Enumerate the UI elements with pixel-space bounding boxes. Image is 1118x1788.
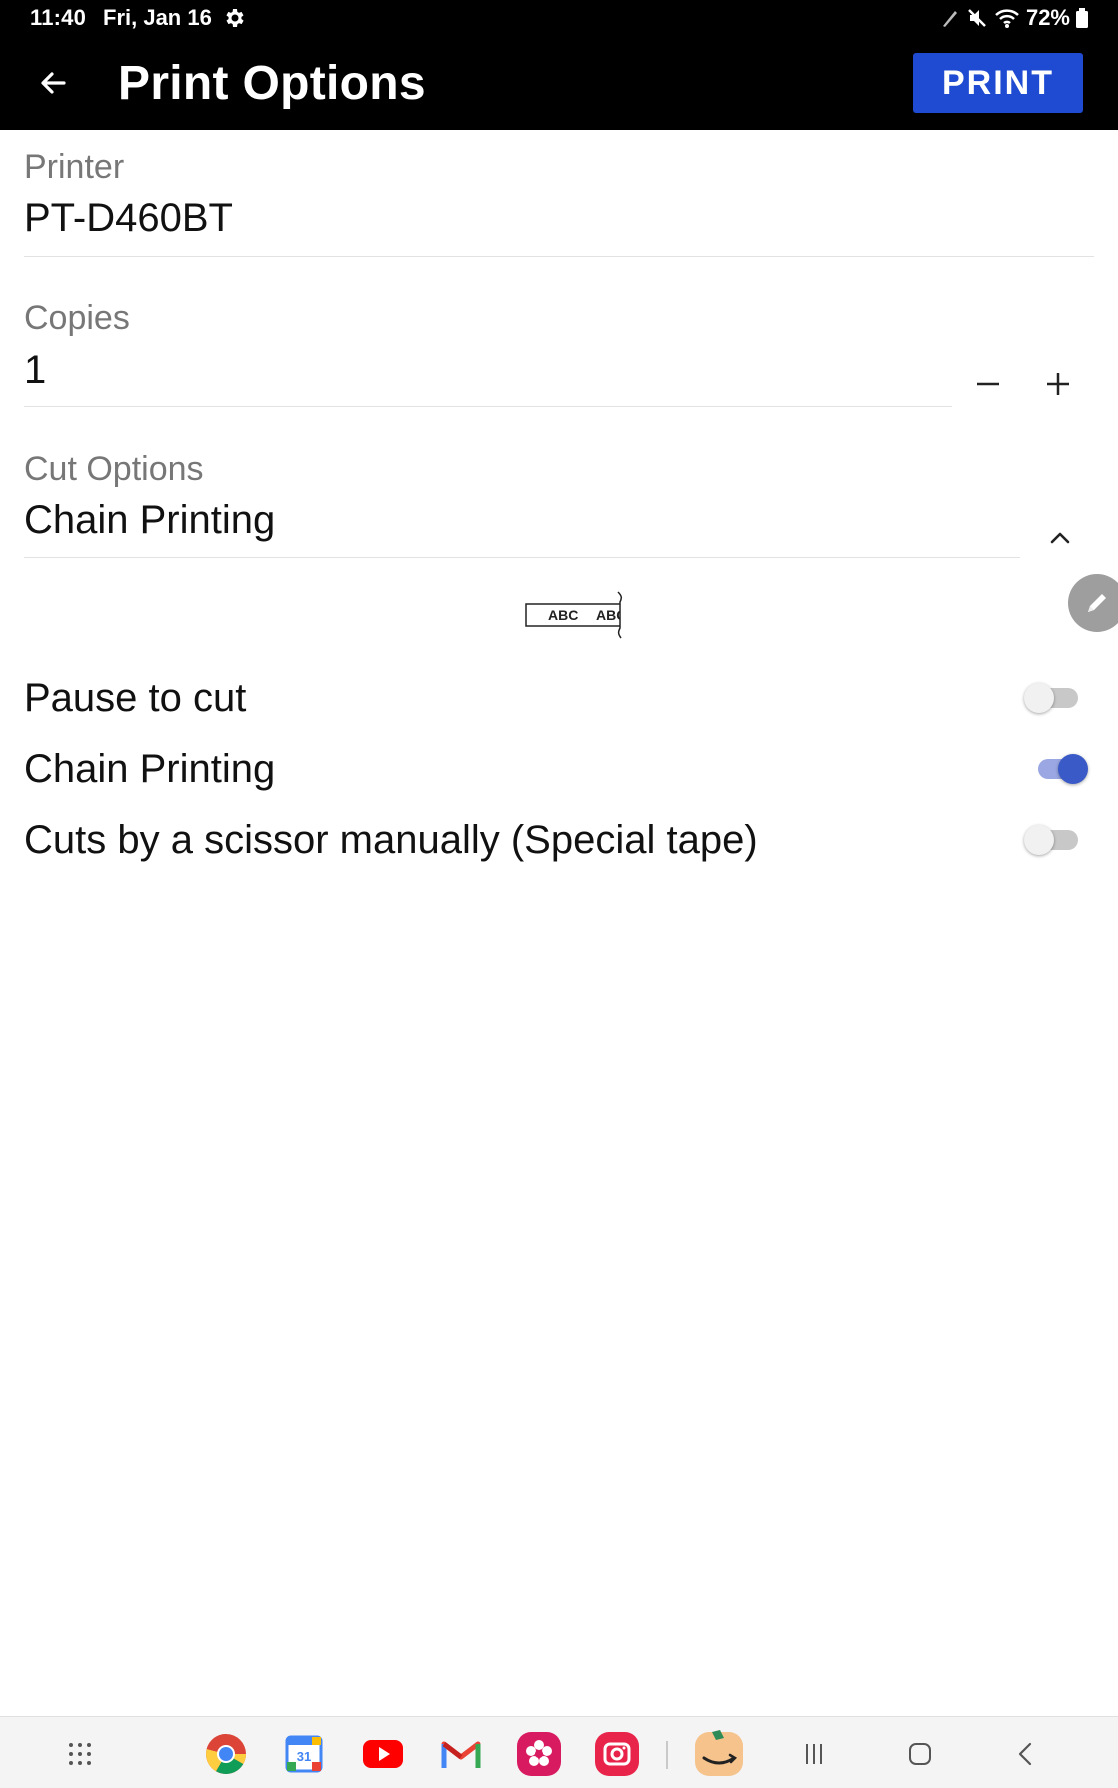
pause-to-cut-toggle[interactable] [1024,678,1084,718]
chrome-icon [206,1734,246,1774]
increment-button[interactable] [1036,362,1080,406]
copies-label: Copies [24,299,130,337]
camera-app[interactable] [594,1731,640,1777]
status-icons: 72% [940,4,1088,32]
back-button[interactable] [34,64,72,102]
chevron-up-icon [1050,532,1070,544]
apps-grid-button[interactable] [57,1731,103,1777]
cut-options-label: Cut Options [24,450,204,488]
gmail-app[interactable] [438,1731,484,1777]
flower-app-icon [517,1732,561,1776]
chain-printing-preview: ABC ABC [525,591,626,639]
divider [24,406,952,407]
home-button[interactable] [897,1731,943,1777]
toggle-thumb [1024,825,1054,855]
printer-label: Printer [24,148,125,186]
preview-text-1: ABC [548,607,578,623]
status-date: Fri, Jan 16 [103,5,212,30]
settings-gear-icon [226,9,244,27]
app-bar: Print Options PRINT [0,36,1118,130]
chain-printing-toggle[interactable] [1030,749,1090,789]
amazon-app[interactable] [694,1728,744,1778]
chrome-app[interactable] [203,1731,249,1777]
option-pause-to-cut-label: Pause to cut [24,676,247,720]
pen-icon [942,11,957,27]
toggle-thumb [1024,683,1054,713]
page-title: Print Options [118,57,426,110]
amazon-icon [695,1730,743,1776]
copies-field[interactable]: 1 [24,348,46,393]
toggle-thumb [1058,754,1088,784]
decrement-button[interactable] [966,362,1010,406]
wifi-icon [995,9,1019,28]
collapse-button[interactable] [1046,524,1074,552]
status-bar: 11:40 Fri, Jan 16 72% [0,0,1118,36]
calendar-app[interactable]: 31 [281,1731,327,1777]
battery-icon [1076,8,1088,28]
gmail-icon [441,1741,481,1768]
option-manual-scissor-label: Cuts by a scissor manually (Special tape… [24,818,758,862]
manual-scissor-toggle[interactable] [1024,820,1084,860]
camera-app-icon [595,1732,639,1776]
arrow-back-icon [41,72,66,94]
dock-separator [666,1741,668,1769]
apps-grid-icon [69,1743,91,1765]
mute-icon [968,9,986,27]
recents-icon [806,1744,822,1764]
calendar-day: 31 [297,1749,311,1764]
divider [24,557,1020,558]
back-nav-icon [1018,1742,1032,1766]
calendar-icon: 31 [285,1735,323,1773]
battery-percent: 72% [1025,5,1070,30]
status-time: 11:40 [30,5,87,30]
recents-button[interactable] [791,1731,837,1777]
home-icon [909,1743,931,1765]
print-button[interactable]: PRINT [913,53,1083,113]
plus-icon [1047,373,1069,395]
back-nav-button[interactable] [1003,1731,1049,1777]
flower-app[interactable] [516,1731,562,1777]
option-chain-printing-label: Chain Printing [24,747,276,791]
cut-options-select[interactable]: Chain Printing [24,498,275,543]
youtube-icon [363,1740,403,1768]
minus-icon [977,382,999,386]
youtube-app[interactable] [360,1731,406,1777]
printer-value[interactable]: PT-D460BT [24,196,233,241]
divider [24,256,1094,257]
taskbar: 31 [0,1716,1118,1788]
pencil-icon [1088,594,1106,612]
edit-button[interactable] [1068,574,1118,632]
